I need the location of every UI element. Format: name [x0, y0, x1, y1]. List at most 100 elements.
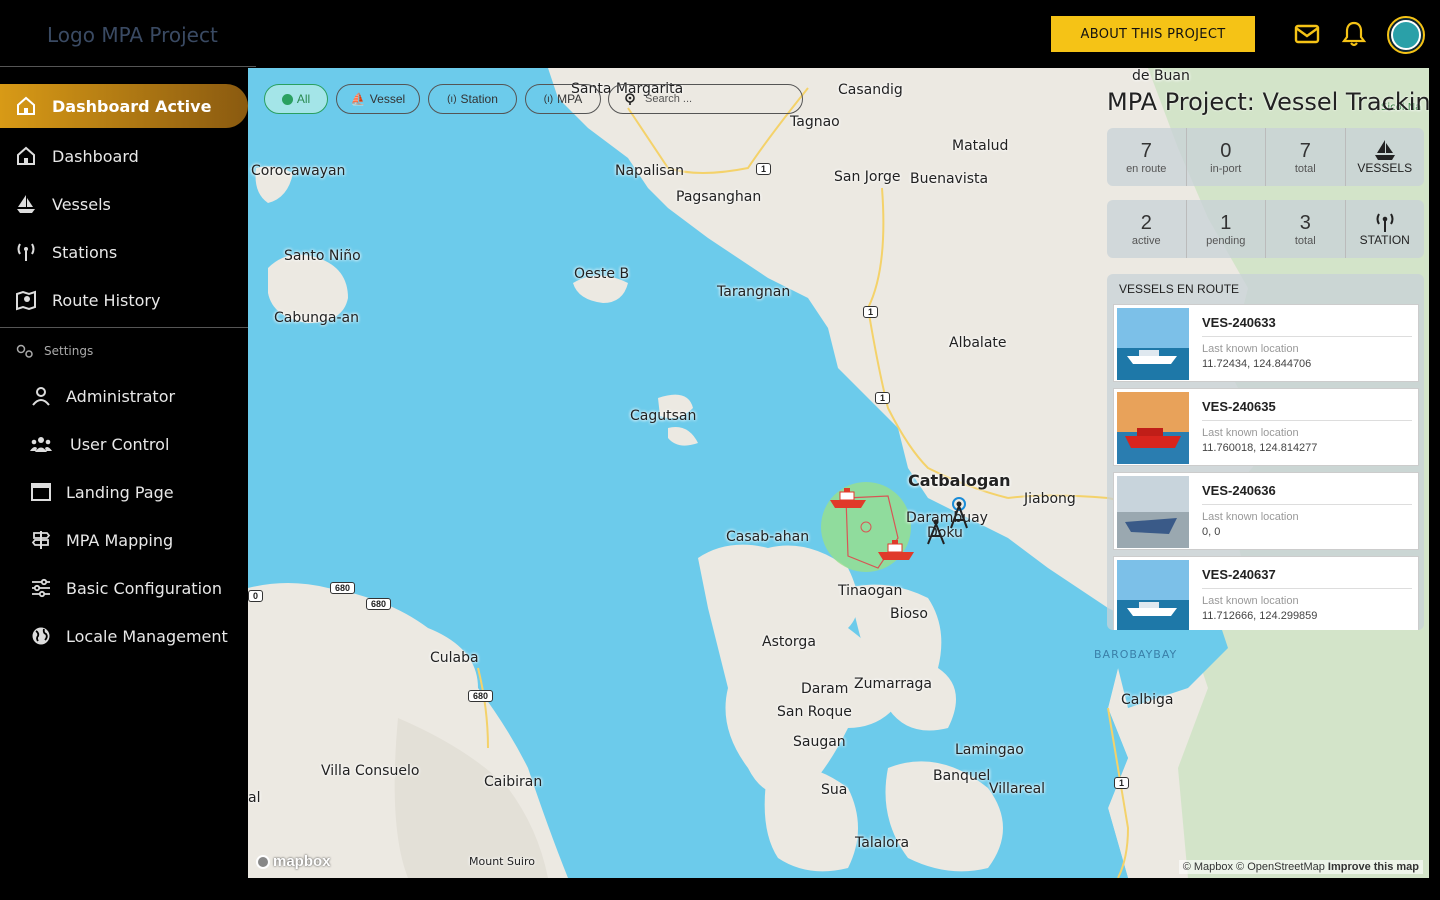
sidebar-item-vessels[interactable]: Vessels — [0, 184, 248, 224]
sidebar-item-label: User Control — [70, 434, 170, 454]
sidebar-item-label: Dashboard — [52, 146, 139, 166]
sidebar-item-label: Basic Configuration — [66, 578, 222, 598]
map-pin-icon — [16, 290, 36, 311]
panel-title: MPA Project: Vessel Tracking — [1107, 88, 1429, 116]
last-known-label: Last known location — [1202, 427, 1299, 439]
stat-value: 7 — [1140, 139, 1152, 162]
place-label: Tagnao — [790, 114, 840, 130]
sidebar-item-dashboard[interactable]: Dashboard — [0, 136, 248, 176]
sidebar-item-dashboard-active[interactable]: Dashboard Active — [0, 84, 248, 128]
antenna-icon — [17, 243, 35, 261]
vessel-location: 11.72434, 124.844706 — [1202, 358, 1312, 370]
map-search[interactable]: Search ... — [608, 84, 803, 114]
place-label: Sua — [821, 782, 848, 798]
place-label: Villa Consuelo — [321, 763, 420, 779]
mapbox-icon — [256, 854, 270, 869]
improve-map-link[interactable]: Improve this map — [1328, 861, 1419, 873]
map-attribution[interactable]: © Mapbox © OpenStreetMap Improve this ma… — [1178, 860, 1423, 874]
place-label: Buenavista — [910, 171, 989, 187]
about-project-button[interactable]: ABOUT THIS PROJECT — [1051, 16, 1255, 52]
stat-caption: total — [1294, 162, 1316, 175]
vessel-thumbnail — [1117, 392, 1189, 464]
avatar-image — [1391, 20, 1421, 50]
stat-total: 3 total — [1266, 200, 1346, 258]
sidebar-item-label: Administrator — [66, 386, 176, 406]
sidebar-item-administrator[interactable]: Administrator — [0, 376, 248, 416]
filter-label: MPA — [557, 92, 583, 106]
vessel-location: 11.760018, 124.814277 — [1202, 442, 1318, 454]
vessel-thumbnail — [1117, 476, 1189, 548]
mapbox-logo[interactable]: mapbox — [256, 853, 331, 870]
place-label: Casandig — [838, 82, 903, 98]
place-label: Daram — [801, 681, 849, 697]
card-divider — [1202, 420, 1412, 421]
place-label: Mount Suiro — [469, 855, 535, 868]
station-key-button[interactable]: STATION — [1346, 200, 1425, 258]
place-label: Culaba — [430, 650, 479, 666]
gears-icon — [16, 344, 33, 358]
attribution-text[interactable]: © Mapbox © OpenStreetMap — [1183, 861, 1325, 873]
place-label: de Buan — [1132, 68, 1190, 84]
sailboat-icon — [1374, 140, 1395, 160]
sidebar-item-route-history[interactable]: Route History — [0, 280, 248, 320]
place-label: Oeste B — [574, 266, 630, 282]
vessel-card[interactable]: VES-240635 Last known location 11.760018… — [1113, 388, 1419, 466]
place-label: Catbalogan — [908, 471, 1011, 490]
app-logo[interactable]: Logo MPA Project — [47, 23, 218, 47]
sidebar-item-stations[interactable]: Stations — [0, 232, 248, 272]
sailboat-icon — [17, 195, 35, 213]
filter-station-chip[interactable]: (ı) Station — [428, 84, 517, 114]
vessels-key-button[interactable]: VESSELS — [1346, 128, 1425, 186]
sidebar-item-label: Route History — [52, 290, 161, 310]
user-icon — [32, 387, 50, 406]
vessel-marker-icon[interactable] — [876, 538, 916, 562]
bell-icon[interactable] — [1340, 20, 1368, 48]
sidebar-item-basic-configuration[interactable]: Basic Configuration — [0, 568, 248, 608]
station-tower-icon[interactable] — [922, 512, 950, 546]
road-shield: 0 — [248, 590, 264, 602]
filter-vessel-chip[interactable]: ⛵ Vessel — [336, 84, 420, 114]
place-label: Talalora — [855, 835, 910, 851]
filter-all-chip[interactable]: All — [264, 84, 328, 114]
map-view[interactable]: de Buan Santa Margarita Casandig Tagnao … — [248, 68, 1429, 878]
place-label: Lamingao — [955, 742, 1024, 758]
sidebar-item-landing-page[interactable]: Landing Page — [0, 472, 248, 512]
sidebar-item-label: Vessels — [52, 194, 111, 214]
globe-icon — [32, 627, 50, 645]
place-label: Tarangnan — [717, 284, 791, 300]
filter-mpa-chip[interactable]: (ı) MPA — [525, 84, 601, 114]
vessel-card[interactable]: VES-240636 Last known location 0, 0 — [1113, 472, 1419, 550]
last-known-label: Last known location — [1202, 343, 1299, 355]
sliders-icon — [32, 578, 50, 598]
stat-caption: pending — [1206, 234, 1246, 247]
vessels-en-route-list[interactable]: VESSELS EN ROUTE VES-240633 Last known l… — [1107, 274, 1424, 630]
place-label: Cagutsan — [630, 408, 697, 424]
vessel-card[interactable]: VES-240633 Last known location 11.72434,… — [1113, 304, 1419, 382]
road-shield: 1 — [875, 392, 891, 404]
last-known-label: Last known location — [1202, 595, 1299, 607]
mail-icon[interactable] — [1293, 20, 1321, 48]
vessel-location: 11.712666, 124.299859 — [1202, 610, 1318, 622]
vessel-id: VES-240635 — [1202, 399, 1276, 414]
sidebar-item-mpa-mapping[interactable]: MPA Mapping — [0, 520, 248, 560]
globe-icon — [281, 93, 293, 105]
vessel-thumbnail — [1117, 308, 1189, 380]
place-label: Banquel — [933, 768, 991, 784]
user-avatar[interactable] — [1387, 16, 1425, 54]
vessel-stats: 7 en route 0 in-port 7 total VESSELS — [1107, 128, 1424, 186]
vessel-card[interactable]: VES-240637 Last known location 11.712666… — [1113, 556, 1419, 630]
place-label: Astorga — [762, 634, 816, 650]
vessel-marker-icon[interactable] — [828, 486, 868, 510]
stat-value: 2 — [1140, 211, 1152, 234]
sidebar-item-user-control[interactable]: User Control — [0, 424, 248, 464]
place-label: Cabunga-an — [274, 310, 359, 326]
antenna-icon: (ı) — [447, 93, 457, 105]
sidebar-divider — [0, 327, 248, 328]
road-shield: 680 — [330, 582, 356, 594]
search-input[interactable]: Search ... — [645, 93, 692, 105]
vessel-thumbnail — [1117, 560, 1189, 630]
sidebar-item-locale-management[interactable]: Locale Management — [0, 616, 248, 656]
stat-caption: VESSELS — [1357, 161, 1413, 175]
water-label: BAROBAYBAY — [1094, 648, 1178, 661]
stat-caption: active — [1131, 234, 1161, 247]
